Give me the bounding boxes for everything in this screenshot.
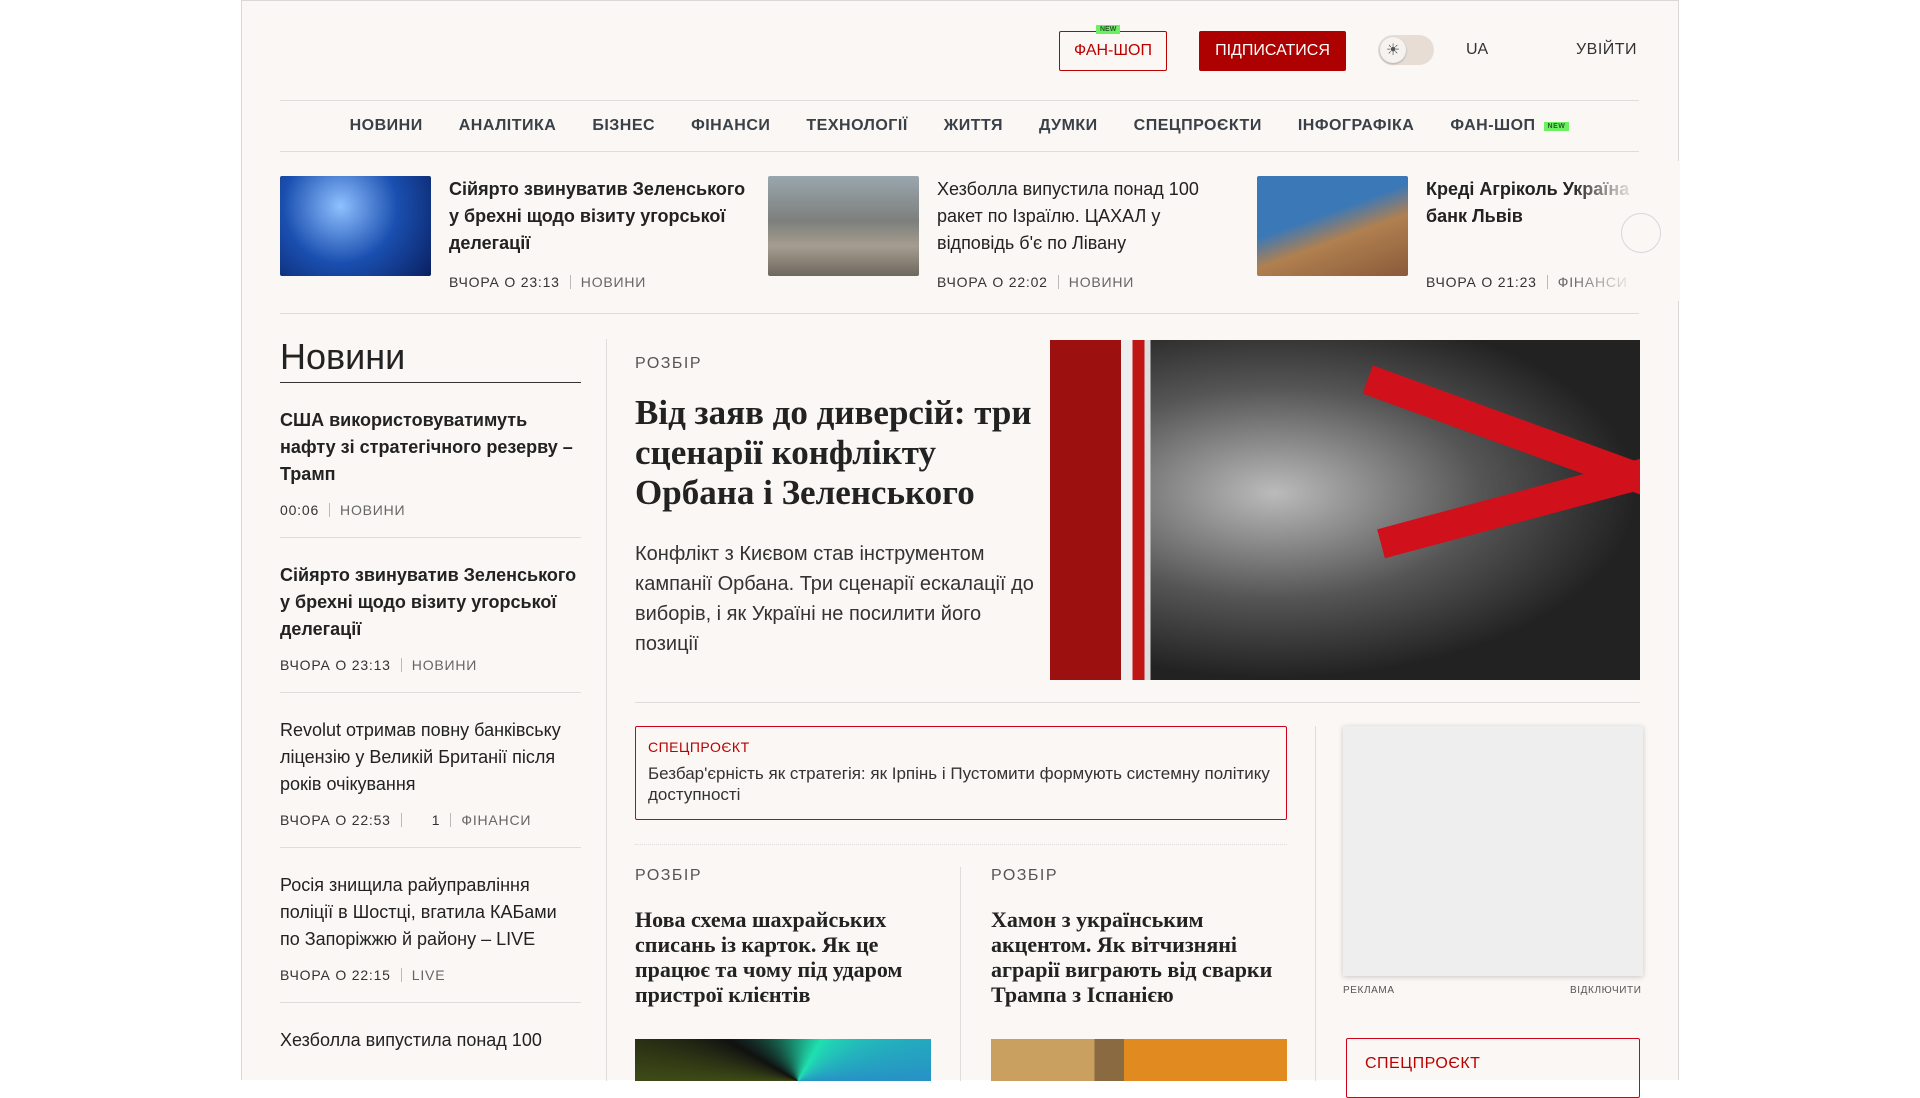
column-divider: [1315, 726, 1316, 1081]
article-title[interactable]: Сійярто звинуватив Зеленського у брехні …: [449, 176, 749, 257]
card-image[interactable]: [991, 1039, 1287, 1081]
card-title[interactable]: Хамон з українським акцентом. Як вітчизн…: [991, 907, 1287, 1007]
news-title[interactable]: Revolut отримав повну банківську ліцензі…: [280, 717, 581, 798]
news-title[interactable]: США використовуватимуть нафту зі стратег…: [280, 407, 581, 488]
subscribe-button[interactable]: ПІДПИСАТИСЯ: [1199, 31, 1346, 71]
card-kicker: РОЗБІР: [991, 867, 1059, 884]
timestamp: ВЧОРА О 22:53: [280, 812, 391, 828]
card-title[interactable]: Нова схема шахрайських списань із карток…: [635, 907, 931, 1007]
nav-opinions[interactable]: ДУМКИ: [1039, 117, 1098, 135]
column-divider: [960, 867, 961, 1081]
news-feed: Новини США використовуватимуть нафту зі …: [280, 336, 581, 1073]
ad-disable-link[interactable]: ВІДКЛЮЧИТИ: [1570, 985, 1642, 996]
timestamp: ВЧОРА О 23:13: [449, 274, 560, 290]
fan-shop-label: ФАН-ШОП: [1074, 42, 1152, 59]
article-meta: ВЧОРА О 22:53 1 ФІНАНСИ: [280, 812, 581, 828]
card-kicker: РОЗБІР: [635, 867, 703, 884]
ad-label: РЕКЛАМА: [1343, 985, 1395, 996]
article-card[interactable]: РОЗБІР Нова схема шахрайських списань із…: [635, 867, 931, 1007]
nav-life[interactable]: ЖИТТЯ: [944, 117, 1003, 135]
category-link[interactable]: НОВИНИ: [1069, 274, 1134, 290]
lead-kicker[interactable]: РОЗБІР: [635, 355, 702, 373]
timestamp: ВЧОРА О 23:13: [280, 657, 391, 673]
special-project-card[interactable]: СПЕЦПРОЄКТ: [1346, 1038, 1640, 1098]
special-kicker: СПЕЦПРОЄКТ: [1365, 1055, 1481, 1072]
special-title[interactable]: Безбар'єрність як стратегія: як Ірпінь і…: [648, 763, 1274, 805]
category-link[interactable]: LIVE: [412, 967, 446, 983]
article-image: [1257, 176, 1408, 276]
article-meta: 00:06 НОВИНИ: [280, 502, 581, 518]
nav-special-projects[interactable]: СПЕЦПРОЄКТИ: [1134, 117, 1262, 135]
list-item[interactable]: Revolut отримав повну банківську ліцензі…: [280, 693, 581, 848]
lead-title[interactable]: Від заяв до диверсій: три сценарії конфл…: [635, 393, 1035, 513]
sun-icon: ☀: [1380, 37, 1406, 63]
special-project-card[interactable]: СПЕЦПРОЄКТ Безбар'єрність як стратегія: …: [635, 726, 1287, 820]
article-title[interactable]: Хезболла випустила понад 100 ракет по Із…: [937, 176, 1237, 257]
article-meta: ВЧОРА О 22:02 НОВИНИ: [937, 274, 1134, 290]
category-link[interactable]: НОВИНИ: [412, 657, 477, 673]
language-switch[interactable]: UA: [1466, 41, 1488, 59]
list-item[interactable]: Сійярто звинуватив Зеленського у брехні …: [280, 538, 581, 693]
news-title[interactable]: Сійярто звинуватив Зеленського у брехні …: [280, 562, 581, 643]
divider: [280, 313, 1639, 314]
news-title[interactable]: Росія знищила райуправління поліції в Шо…: [280, 872, 581, 953]
section-heading[interactable]: Новини: [280, 336, 581, 383]
article-meta: ВЧОРА О 23:13 НОВИНИ: [280, 657, 581, 673]
strip-item[interactable]: Хезболла випустила понад 100 ракет по Із…: [768, 176, 1238, 296]
article-image: [768, 176, 919, 276]
nav-fan-shop-label: ФАН-ШОП: [1450, 117, 1536, 134]
list-item[interactable]: Росія знищила райуправління поліції в Шо…: [280, 848, 581, 1003]
nav-finance[interactable]: ФІНАНСИ: [691, 117, 770, 135]
ad-slot[interactable]: [1343, 726, 1643, 976]
news-title[interactable]: Хезболла випустила понад 100: [280, 1027, 581, 1054]
comment-count: 1: [431, 812, 441, 828]
timestamp: ВЧОРА О 22:15: [280, 967, 391, 983]
nav-technology[interactable]: ТЕХНОЛОГІЇ: [806, 117, 907, 135]
timestamp: 00:06: [280, 502, 320, 518]
nav-analytics[interactable]: АНАЛІТИКА: [459, 117, 557, 135]
strip-item[interactable]: Сійярто звинуватив Зеленського у брехні …: [280, 176, 750, 296]
category-link[interactable]: ФІНАНСИ: [461, 812, 531, 828]
category-link[interactable]: НОВИНИ: [340, 502, 405, 518]
category-link[interactable]: НОВИНИ: [581, 274, 646, 290]
new-badge: NEW: [1543, 121, 1570, 131]
article-meta: ВЧОРА О 22:15 LIVE: [280, 967, 581, 983]
article-meta: ВЧОРА О 23:13 НОВИНИ: [449, 274, 646, 290]
nav-business[interactable]: БІЗНЕС: [592, 117, 655, 135]
new-badge: NEW: [1096, 25, 1121, 34]
special-kicker: СПЕЦПРОЄКТ: [648, 739, 750, 755]
carousel-next-button[interactable]: [1621, 213, 1661, 253]
nav-infographics[interactable]: ІНФОГРАФІКА: [1298, 117, 1415, 135]
nav-fan-shop[interactable]: ФАН-ШОП NEW: [1450, 117, 1570, 135]
divider: [635, 844, 1287, 845]
page-container: NEW ФАН-ШОП ПІДПИСАТИСЯ ☀ UA УВІЙТИ НОВИН…: [241, 0, 1680, 1098]
timestamp: ВЧОРА О 21:23: [1426, 274, 1537, 290]
article-card[interactable]: РОЗБІР Хамон з українським акцентом. Як …: [991, 867, 1287, 1007]
lead-summary: Конфлікт з Києвом став інструментом камп…: [635, 543, 1034, 655]
divider: [635, 702, 1640, 703]
main-nav: НОВИНИ АНАЛІТИКА БІЗНЕС ФІНАНСИ ТЕХНОЛОГ…: [280, 100, 1639, 152]
card-image[interactable]: [635, 1039, 931, 1081]
lead-image[interactable]: [1050, 340, 1640, 680]
fan-shop-button[interactable]: NEW ФАН-ШОП: [1059, 25, 1167, 71]
theme-toggle[interactable]: ☀: [1378, 35, 1434, 65]
article-image: [280, 176, 431, 276]
column-divider: [606, 339, 607, 1081]
nav-news[interactable]: НОВИНИ: [350, 117, 423, 135]
timestamp: ВЧОРА О 22:02: [937, 274, 1048, 290]
login-link[interactable]: УВІЙТИ: [1576, 41, 1637, 59]
list-item[interactable]: США використовуватимуть нафту зі стратег…: [280, 383, 581, 538]
list-item[interactable]: Хезболла випустила понад 100: [280, 1003, 581, 1073]
